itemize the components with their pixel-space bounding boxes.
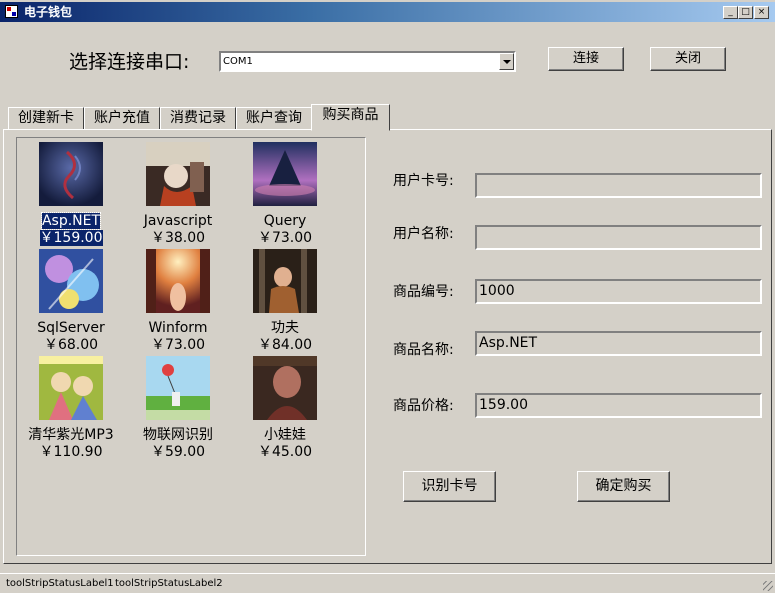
tab-recharge[interactable]: 账户充值 xyxy=(84,107,160,130)
card-number-label: 用户卡号: xyxy=(393,173,454,189)
product-name: 功夫 xyxy=(271,320,299,336)
product-thumbnail xyxy=(39,249,103,313)
product-name: SqlServer xyxy=(37,320,105,336)
user-name-field[interactable] xyxy=(475,225,762,250)
tab-buy-products[interactable]: 购买商品 xyxy=(311,104,390,131)
product-price: ￥159.00 xyxy=(39,230,103,246)
product-price: ￥68.00 xyxy=(43,337,99,353)
product-name: Javascript xyxy=(143,213,213,229)
status-bar: toolStripStatusLabel1 toolStripStatusLab… xyxy=(0,573,775,593)
user-name-label: 用户名称: xyxy=(393,226,454,242)
product-thumbnail xyxy=(146,142,210,206)
connect-button[interactable]: 连接 xyxy=(548,47,624,71)
product-name: Winform xyxy=(148,320,208,336)
product-price: ￥59.00 xyxy=(150,444,206,460)
main-window: 电子钱包 _ □ × 选择连接串口: COM1 连接 关闭 创建新卡 账户充值 … xyxy=(0,0,775,592)
status-label-2: toolStripStatusLabel2 xyxy=(115,578,223,589)
tab-create-card[interactable]: 创建新卡 xyxy=(8,107,84,130)
tab-account-query[interactable]: 账户查询 xyxy=(236,107,312,130)
product-price: ￥38.00 xyxy=(150,230,206,246)
product-name: 小娃娃 xyxy=(264,427,306,443)
product-name: 物联网识别 xyxy=(143,427,213,443)
app-icon xyxy=(5,5,18,18)
close-port-button[interactable]: 关闭 xyxy=(650,47,726,71)
product-price: ￥110.90 xyxy=(39,444,103,460)
serial-port-select[interactable]: COM1 xyxy=(219,51,516,72)
product-list[interactable]: Asp.NET ￥159.00 Javascript ￥38.00 Query … xyxy=(16,137,366,556)
product-price: ￥45.00 xyxy=(257,444,313,460)
product-thumbnail xyxy=(253,249,317,313)
maximize-button[interactable]: □ xyxy=(738,6,753,19)
product-name-label: 商品名称: xyxy=(393,342,454,358)
product-id-field[interactable]: 1000 xyxy=(475,279,762,304)
product-name-field[interactable]: Asp.NET xyxy=(475,331,762,356)
serial-port-label: 选择连接串口: xyxy=(69,51,190,73)
confirm-purchase-button[interactable]: 确定购买 xyxy=(577,471,670,502)
product-price: ￥84.00 xyxy=(257,337,313,353)
resize-grip-icon[interactable] xyxy=(763,581,773,591)
product-thumbnail xyxy=(39,356,103,420)
serial-port-value: COM1 xyxy=(223,56,253,67)
status-label-1: toolStripStatusLabel1 xyxy=(6,578,114,589)
card-number-field[interactable] xyxy=(475,173,762,198)
product-name: Query xyxy=(263,213,307,229)
title-bar[interactable]: 电子钱包 _ □ × xyxy=(0,2,775,22)
product-thumbnail xyxy=(253,356,317,420)
product-id-label: 商品编号: xyxy=(393,284,454,300)
chevron-down-icon[interactable] xyxy=(499,53,514,70)
window-title: 电子钱包 xyxy=(24,5,73,19)
tab-consumption-records[interactable]: 消费记录 xyxy=(160,107,236,130)
product-name: Asp.NET xyxy=(40,212,102,230)
product-thumbnail xyxy=(146,249,210,313)
product-thumbnail xyxy=(253,142,317,206)
product-thumbnail xyxy=(39,142,103,206)
identify-card-button[interactable]: 识别卡号 xyxy=(403,471,496,502)
product-name: 清华紫光MP3 xyxy=(28,427,114,443)
minimize-button[interactable]: _ xyxy=(723,6,738,19)
product-thumbnail xyxy=(146,356,210,420)
product-price: ￥73.00 xyxy=(150,337,206,353)
product-price-field[interactable]: 159.00 xyxy=(475,393,762,418)
close-window-button[interactable]: × xyxy=(754,6,769,19)
product-price: ￥73.00 xyxy=(257,230,313,246)
product-price-label: 商品价格: xyxy=(393,398,454,414)
